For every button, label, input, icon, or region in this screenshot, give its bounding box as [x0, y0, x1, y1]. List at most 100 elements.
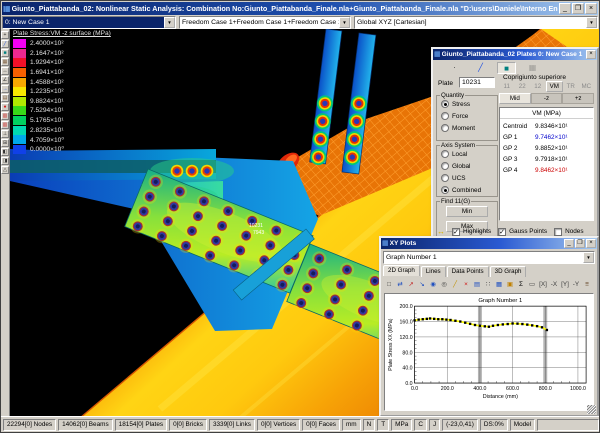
legend-entry: 1.4588×10²: [13, 77, 111, 87]
minimize-button[interactable]: _: [564, 239, 574, 248]
chart-panel[interactable]: Graph Number 10.0200.0400.0600.0800.0100…: [384, 293, 594, 411]
peek-dialog-titlebar[interactable]: ▦ Giunto_Piattabanda_02 Plates 0: New Ca…: [433, 49, 597, 60]
export-graph-icon[interactable]: ↗: [406, 279, 416, 290]
beam-tool-icon[interactable]: ╱: [1, 40, 9, 48]
highlights-checkbox[interactable]: ✓Highlights: [452, 228, 491, 236]
result-value: 9.8462×10¹: [535, 167, 590, 174]
load-case-combo[interactable]: 0: New Case 1 ▼: [2, 16, 176, 29]
neg-y-axis-icon[interactable]: -Y: [571, 279, 581, 290]
grid-icon[interactable]: ⊞: [1, 139, 9, 147]
legend-swatch: [13, 39, 26, 48]
new-graph-icon[interactable]: □: [384, 279, 394, 290]
view-left-icon[interactable]: ◧: [1, 148, 9, 156]
measure-icon[interactable]: ↔: [1, 67, 9, 75]
chevron-down-icon[interactable]: ▼: [586, 17, 597, 28]
stress-tab-22[interactable]: 22: [515, 82, 531, 92]
tab-lines[interactable]: Lines: [421, 266, 446, 277]
plate-result-icon[interactable]: ■: [497, 62, 516, 74]
radio-option[interactable]: UCS: [441, 174, 497, 182]
import-graph-icon[interactable]: ↘: [417, 279, 427, 290]
nodes-checkbox[interactable]: Nodes: [554, 228, 583, 236]
chevron-down-icon[interactable]: ▼: [164, 17, 175, 28]
minimize-button[interactable]: _: [559, 3, 571, 14]
preview-icon[interactable]: ◎: [439, 279, 449, 290]
brick-tool-icon[interactable]: ▦: [1, 58, 9, 66]
maximize-button[interactable]: ❐: [575, 239, 585, 248]
radio-option[interactable]: Moment: [441, 124, 497, 132]
radio-option[interactable]: Global: [441, 162, 497, 170]
radio-option[interactable]: Force: [441, 112, 497, 120]
legend-swatch: [13, 87, 26, 96]
close-button[interactable]: ×: [585, 3, 597, 14]
xy-window-titlebar[interactable]: ▦ XY Plots _ ❐ ×: [381, 238, 597, 249]
node-result-icon[interactable]: ·: [445, 62, 464, 74]
legend-swatch: [13, 145, 26, 154]
legend-value: 2.8235×10¹: [30, 127, 64, 134]
results-table: VM (MPa) Centroid9.8346×10¹GP 19.7462×10…: [499, 107, 594, 221]
stress-tab-mc[interactable]: MC: [579, 82, 595, 92]
min-button[interactable]: Min: [446, 206, 488, 217]
axis-combo[interactable]: Global XYZ [Cartesian] ▼: [354, 16, 598, 29]
result-label: GP 2: [503, 145, 535, 152]
beam-result-icon[interactable]: ╱: [471, 62, 490, 74]
stress-tab-tr[interactable]: TR: [563, 82, 579, 92]
chevron-down-icon[interactable]: ▼: [583, 252, 594, 263]
save-data-icon[interactable]: ▦: [494, 279, 504, 290]
graph-tools-icon[interactable]: ≡: [582, 279, 592, 290]
entity-select-icon[interactable]: →: [1, 85, 9, 93]
graph-selector-combo[interactable]: Graph Number 1 ▼: [383, 251, 595, 264]
radio-icon: [441, 162, 449, 170]
brick-result-icon[interactable]: ▦: [523, 62, 542, 74]
radio-label: Moment: [452, 125, 475, 132]
surface-tab-plusz[interactable]: +z: [562, 93, 594, 104]
data-grid-icon[interactable]: ∷: [483, 279, 493, 290]
angle-icon[interactable]: ∠: [1, 76, 9, 84]
radio-option[interactable]: Stress: [441, 100, 497, 108]
sum-icon[interactable]: Σ: [516, 279, 526, 290]
axes-icon[interactable]: ⊥: [1, 130, 9, 138]
gauss-points-checkbox[interactable]: ✓Gauss Points: [498, 228, 547, 236]
plate-tool-icon[interactable]: ■: [1, 49, 9, 57]
delete-line-icon[interactable]: ×: [461, 279, 471, 290]
tab-data-points[interactable]: Data Points: [447, 266, 489, 277]
plate-attribute-icon[interactable]: ▥: [1, 121, 9, 129]
node-attribute-icon[interactable]: ●: [1, 103, 9, 111]
view-right-icon[interactable]: ◨: [1, 157, 9, 165]
title-bar[interactable]: ▦ Giunto_Piattabanda_02: Nonlinear Stati…: [2, 2, 598, 15]
surface-tab-mid[interactable]: Mid: [499, 93, 531, 104]
stress-tab-11[interactable]: 11: [499, 82, 515, 92]
y-axis-icon[interactable]: [Y]: [560, 279, 570, 290]
checkbox-label: Gauss Points: [509, 228, 547, 235]
transfer-graph-icon[interactable]: ⇄: [395, 279, 405, 290]
beam-attribute-icon[interactable]: ▥: [1, 112, 9, 120]
surface-tab-minusz[interactable]: -z: [531, 93, 563, 104]
properties-icon[interactable]: ▤: [1, 94, 9, 102]
status-cell: T: [377, 419, 389, 431]
freedom-case-combo[interactable]: Freedom Case 1+Freedom Case 1+Freedom Ca…: [179, 16, 351, 29]
select-icon[interactable]: +: [1, 31, 9, 39]
neg-x-axis-icon[interactable]: -X: [549, 279, 559, 290]
x-axis-icon[interactable]: [X]: [538, 279, 548, 290]
stress-tab-vm[interactable]: VM: [546, 81, 564, 92]
swap-arrows-icon[interactable]: ↔: [437, 227, 445, 236]
resize-grip[interactable]: [587, 405, 596, 414]
print-graph-icon[interactable]: ▭: [527, 279, 537, 290]
radio-option[interactable]: Combined: [441, 186, 497, 194]
peek-dialog: ▦ Giunto_Piattabanda_02 Plates 0: New Ca…: [431, 47, 599, 241]
close-icon[interactable]: ×: [586, 239, 596, 248]
radio-label: UCS: [452, 175, 466, 182]
tab-3d-graph[interactable]: 3D Graph: [490, 266, 527, 277]
copy-values-icon[interactable]: ▤: [472, 279, 482, 290]
zoom-icon[interactable]: △: [1, 166, 9, 174]
tab-2d-graph[interactable]: 2D Graph: [383, 265, 420, 276]
status-cell: J: [429, 419, 440, 431]
maximize-button[interactable]: ❐: [572, 3, 584, 14]
plate-number-input[interactable]: 10231: [459, 77, 495, 88]
radio-option[interactable]: Local: [441, 150, 497, 158]
close-icon[interactable]: ×: [586, 50, 596, 59]
stress-tab-12[interactable]: 12: [530, 82, 546, 92]
edit-line-icon[interactable]: ╱: [450, 279, 460, 290]
chevron-down-icon[interactable]: ▼: [339, 17, 350, 28]
graph-options-icon[interactable]: ◉: [428, 279, 438, 290]
snapshot-icon[interactable]: ▣: [505, 279, 515, 290]
